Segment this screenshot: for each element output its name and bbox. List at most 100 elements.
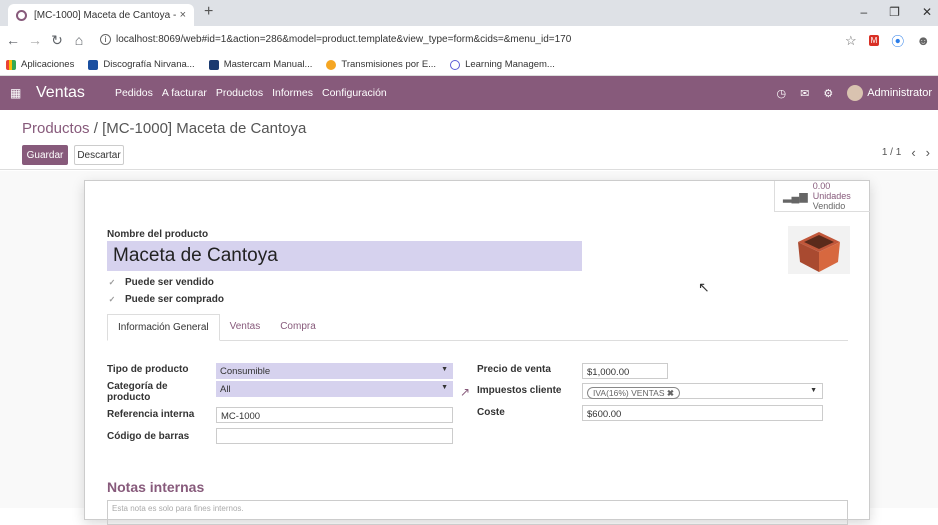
bookmark-label: Mastercam Manual... [223,59,313,70]
bookmark-mastercam[interactable]: Mastercam Manual... [208,59,313,70]
bookmark-label: Learning Managem... [465,59,555,70]
bookmark-learning[interactable]: Learning Managem... [450,59,555,70]
odoo-favicon-icon [16,9,27,21]
form-sheet: ▂▄▆ 0.00 Unidades Vendido Nombre del pro… [84,180,870,525]
close-window-icon[interactable]: ✕ [922,5,932,19]
menu-item-productos[interactable]: Productos [216,87,263,99]
extension-circle-icon[interactable]: ⦿ [891,31,904,50]
category-label: Categoría de producto [107,381,168,403]
profile-icon[interactable]: ☻ [916,33,930,48]
window-controls: – ❐ ✕ [860,5,932,19]
navbar-right: ◷ ✉ ⚙ Administrator [777,85,932,101]
pager-next-icon[interactable]: › [926,146,930,159]
reload-icon[interactable]: ↻ [48,32,66,49]
category-select[interactable]: All ▼ [216,381,453,397]
tag-remove-icon[interactable]: ✖ [667,388,674,398]
internal-ref-field[interactable]: MC-1000 [216,407,453,423]
browser-tab[interactable]: [MC-1000] Maceta de Cantoya - × [8,4,194,26]
sale-price-field[interactable]: $1,000.00 [582,363,668,379]
discard-button[interactable]: Descartar [74,145,124,165]
mouse-pointer-icon: ↖ [698,279,710,295]
tab-compra[interactable]: Compra [270,313,326,340]
back-icon[interactable]: ← [4,32,22,48]
product-name-field[interactable]: Maceta de Cantoya [107,241,582,271]
debug-icon[interactable]: ⚙ [823,87,833,100]
sold-stat-button[interactable]: ▂▄▆ 0.00 Unidades Vendido [774,181,870,212]
pager: 1 / 1 ‹ › [882,146,930,159]
bookmark-label: Aplicaciones [21,59,75,70]
customer-taxes-field[interactable]: IVA(16%) VENTAS ✖ ▼ [582,383,823,399]
product-name-label: Nombre del producto [107,229,209,240]
bookmark-circle-icon [326,59,337,70]
stat-label: Vendido [812,201,846,211]
tab-close-icon[interactable]: × [180,9,186,21]
checkmark-icon: ✓ [108,294,116,304]
product-image[interactable] [788,226,850,274]
cost-field[interactable]: $600.00 [582,405,823,421]
control-panel: Productos / [MC-1000] Maceta de Cantoya … [0,110,938,170]
internal-notes-field[interactable]: Esta nota es solo para fines internos. [107,500,848,525]
pager-previous-icon[interactable]: ‹ [911,146,915,159]
menu-item-configuracion[interactable]: Configuración [322,87,387,99]
customer-taxes-label: Impuestos cliente [477,385,562,396]
browser-tab-title: [MC-1000] Maceta de Cantoya - [34,9,176,21]
user-name: Administrator [867,86,932,99]
bookmark-d-icon [88,59,99,70]
menu-item-pedidos[interactable]: Pedidos [115,87,153,99]
home-icon[interactable]: ⌂ [70,32,88,48]
menu-item-informes[interactable]: Informes [272,87,313,99]
stat-value: 0.00 Unidades [812,181,851,201]
new-tab-button[interactable]: + [204,3,213,21]
sale-price-label: Precio de venta [477,364,551,375]
top-menu: Pedidos A facturar Productos Informes Co… [115,87,387,99]
user-menu[interactable]: Administrator [847,85,932,101]
dropdown-caret-icon: ▼ [441,384,448,391]
bookmark-s-icon [450,59,461,70]
product-type-value: Consumible [220,366,271,377]
notebook-tabs: Información General Ventas Compra [107,314,848,341]
bookmark-discografia[interactable]: Discografía Nirvana... [88,59,195,70]
info-icon[interactable]: i [100,34,111,45]
dropdown-caret-icon: ▼ [810,387,817,394]
pager-value[interactable]: 1 / 1 [882,147,901,159]
tab-ventas[interactable]: Ventas [220,313,271,340]
cost-label: Coste [477,407,505,418]
save-button[interactable]: Guardar [22,145,68,165]
category-value: All [220,384,231,395]
barcode-field[interactable] [216,428,453,444]
can-be-sold-checkbox[interactable]: ✓ Puede ser vendido [107,277,214,288]
breadcrumb-parent[interactable]: Productos [22,120,90,137]
menu-item-a-facturar[interactable]: A facturar [162,87,207,99]
messages-icon[interactable]: ✉ [800,87,809,100]
tax-tag: IVA(16%) VENTAS ✖ [587,387,680,399]
forward-icon[interactable]: → [26,32,44,48]
activity-clock-icon[interactable]: ◷ [777,87,787,100]
bookmarks-bar: Aplicaciones Discografía Nirvana... Mast… [0,54,938,76]
bookmark-apps[interactable]: Aplicaciones [6,59,74,70]
internal-notes-title: Notas internas [107,479,205,495]
url-field[interactable]: i localhost:8069/web#id=1&action=286&mode… [100,34,571,45]
bookmark-star-icon[interactable]: ☆ [845,33,857,49]
extension-m-icon[interactable]: M [868,35,880,46]
browser-extensions: ☆ M ⦿ ☻ [845,31,930,50]
breadcrumb: Productos / [MC-1000] Maceta de Cantoya [22,120,306,137]
tab-informacion-general[interactable]: Información General [107,314,220,341]
external-link-icon[interactable]: ↗ [460,385,470,399]
checkbox-label: Puede ser comprado [125,294,224,305]
bookmark-transmisiones[interactable]: Transmisiones por E... [326,59,436,70]
apps-menu-icon[interactable]: ▦ [10,86,24,100]
dropdown-caret-icon: ▼ [441,366,448,373]
can-be-purchased-checkbox[interactable]: ✓ Puede ser comprado [107,294,224,305]
breadcrumb-separator: / [89,120,103,137]
signal-bars-icon: ▂▄▆ [783,190,808,203]
checkbox-label: Puede ser vendido [125,277,214,288]
product-type-select[interactable]: Consumible ▼ [216,363,453,379]
minimize-icon[interactable]: – [860,5,867,19]
avatar [847,85,864,101]
bookmark-label: Transmisiones por E... [341,59,437,70]
bookmark-d-icon [208,59,219,70]
maximize-icon[interactable]: ❐ [889,5,900,19]
bookmark-label: Discografía Nirvana... [103,59,195,70]
app-name[interactable]: Ventas [36,84,85,102]
apps-grid-icon [6,59,16,70]
